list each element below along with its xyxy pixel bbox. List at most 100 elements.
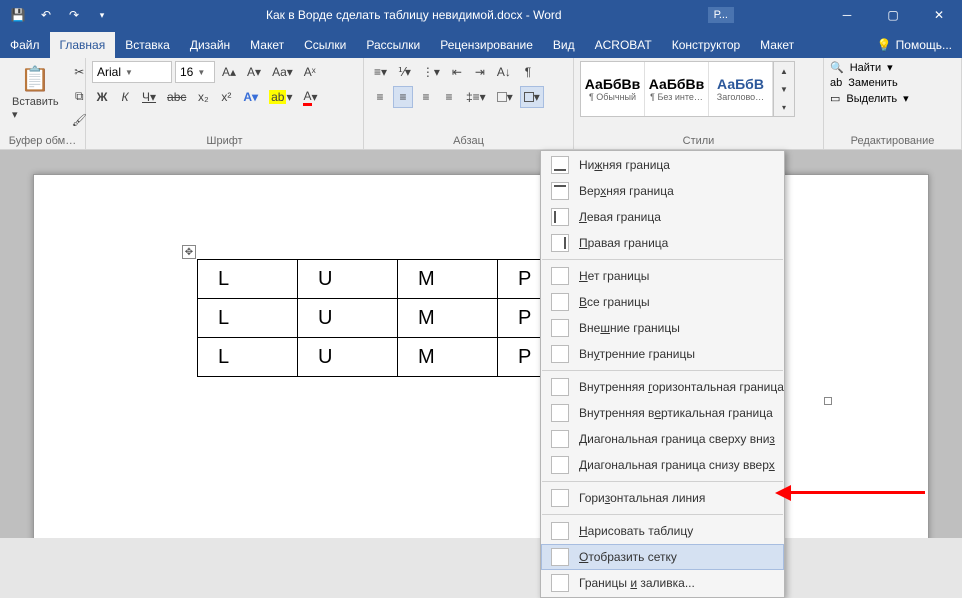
border-option-outer[interactable]: Внешние границы — [541, 315, 784, 341]
styles-scroll-up[interactable]: ▲ — [774, 62, 794, 80]
tab-ссылки[interactable]: Ссылки — [294, 32, 356, 58]
border-option-top[interactable]: Верхняя граница — [541, 178, 784, 204]
tab-главная[interactable]: Главная — [50, 32, 116, 58]
minimize-button[interactable]: ─ — [824, 0, 870, 30]
style-item[interactable]: АаБбВв¶ Без инте… — [645, 62, 709, 116]
group-paragraph: ≡▾ ⅟▾ ⋮▾ ⇤ ⇥ A↓ ¶ ≡ ≡ ≡ ≡ ‡≡▾ ▾ ▾ Абзац — [364, 58, 574, 149]
styles-gallery[interactable]: АаБбВв¶ ОбычныйАаБбВв¶ Без инте…АаБбВЗаг… — [580, 61, 774, 117]
border-icon — [551, 234, 569, 252]
border-option-draw[interactable]: Нарисовать таблицу — [541, 518, 784, 544]
indent-dec-icon[interactable]: ⇤ — [447, 61, 467, 83]
italic-button[interactable]: К — [115, 86, 135, 108]
table-cell[interactable]: U — [298, 338, 398, 377]
align-center-icon[interactable]: ≡ — [393, 86, 413, 108]
window-title: Как в Ворде сделать таблицу невидимой.do… — [120, 8, 708, 22]
qat-more-icon[interactable]: ▾ — [94, 7, 110, 23]
tab-вид[interactable]: Вид — [543, 32, 585, 58]
tab-дизайн[interactable]: Дизайн — [180, 32, 240, 58]
table-cell[interactable]: L — [198, 338, 298, 377]
find-button[interactable]: 🔍Найти ▾ — [830, 61, 955, 74]
table-cell[interactable]: L — [198, 299, 298, 338]
paste-button[interactable]: 📋 Вставить ▾ — [6, 61, 65, 125]
table-cell[interactable]: L — [198, 260, 298, 299]
group-styles: АаБбВв¶ ОбычныйАаБбВв¶ Без инте…АаБбВЗаг… — [574, 58, 824, 149]
save-icon[interactable]: 💾 — [10, 7, 26, 23]
border-icon — [551, 548, 569, 566]
context-tab[interactable]: Р... — [708, 7, 734, 23]
border-icon — [551, 489, 569, 507]
shrink-font-icon[interactable]: A▾ — [243, 61, 265, 83]
style-item[interactable]: АаБбВЗаголово… — [709, 62, 773, 116]
title-bar: 💾 ↶ ↷ ▾ Как в Ворде сделать таблицу неви… — [0, 0, 962, 30]
table-move-handle[interactable]: ✥ — [182, 245, 196, 259]
tab-макет[interactable]: Макет — [750, 32, 804, 58]
replace-button[interactable]: abЗаменить — [830, 77, 955, 89]
border-option-hline[interactable]: Горизонтальная линия — [541, 485, 784, 511]
numbering-icon[interactable]: ⅟▾ — [394, 61, 415, 83]
sort-icon[interactable]: A↓ — [493, 61, 515, 83]
tab-acrobat[interactable]: ACROBAT — [585, 32, 662, 58]
border-option-grid[interactable]: Отобразить сетку — [541, 544, 784, 570]
borders-icon[interactable]: ▾ — [520, 86, 544, 108]
table-cell[interactable]: U — [298, 260, 398, 299]
table-cell[interactable]: M — [398, 260, 498, 299]
borders-dropdown: Нижняя границаВерхняя границаЛевая грани… — [540, 150, 785, 598]
table-resize-handle[interactable] — [824, 397, 832, 405]
change-case-icon[interactable]: Aa▾ — [268, 61, 297, 83]
close-button[interactable]: ✕ — [916, 0, 962, 30]
table-cell[interactable]: U — [298, 299, 398, 338]
border-option-bs[interactable]: Границы и заливка... — [541, 570, 784, 596]
font-color-icon[interactable]: A▾ — [299, 86, 321, 108]
superscript-button[interactable]: x² — [216, 86, 236, 108]
highlight-icon[interactable]: ab▾ — [265, 86, 296, 108]
group-font: Arial▼ 16▼ A▴ A▾ Aa▾ Aˣ Ж К Ч▾ abc x₂ x²… — [86, 58, 364, 149]
redo-icon[interactable]: ↷ — [66, 7, 82, 23]
show-marks-icon[interactable]: ¶ — [518, 61, 538, 83]
grow-font-icon[interactable]: A▴ — [218, 61, 240, 83]
border-option-none[interactable]: Нет границы — [541, 263, 784, 289]
maximize-button[interactable]: ▢ — [870, 0, 916, 30]
border-option-dtd[interactable]: Диагональная граница сверху вниз — [541, 426, 784, 452]
border-option-right[interactable]: Правая граница — [541, 230, 784, 256]
bullets-icon[interactable]: ≡▾ — [370, 61, 391, 83]
strike-button[interactable]: abc — [163, 86, 190, 108]
tab-макет[interactable]: Макет — [240, 32, 294, 58]
clear-format-icon[interactable]: Aˣ — [300, 61, 320, 83]
tab-рецензирование[interactable]: Рецензирование — [430, 32, 543, 58]
border-icon — [551, 156, 569, 174]
find-icon: 🔍 — [830, 61, 844, 74]
align-right-icon[interactable]: ≡ — [416, 86, 436, 108]
bold-button[interactable]: Ж — [92, 86, 112, 108]
select-button[interactable]: ▭Выделить ▾ — [830, 92, 955, 105]
document-area[interactable]: ✥ LUMPLUMPLUMP — [0, 150, 962, 538]
border-option-dbu[interactable]: Диагональная граница снизу вверх — [541, 452, 784, 478]
font-name-combo[interactable]: Arial▼ — [92, 61, 172, 83]
subscript-button[interactable]: x₂ — [193, 86, 213, 108]
styles-scroll-down[interactable]: ▼ — [774, 80, 794, 98]
styles-expand[interactable]: ▾ — [774, 98, 794, 116]
undo-icon[interactable]: ↶ — [38, 7, 54, 23]
border-option-ih[interactable]: Внутренняя горизонтальная граница — [541, 374, 784, 400]
underline-button[interactable]: Ч▾ — [138, 86, 160, 108]
table-cell[interactable]: M — [398, 299, 498, 338]
tab-рассылки[interactable]: Рассылки — [356, 32, 430, 58]
line-spacing-icon[interactable]: ‡≡▾ — [462, 86, 490, 108]
border-option-inner[interactable]: Внутренние границы — [541, 341, 784, 367]
align-left-icon[interactable]: ≡ — [370, 86, 390, 108]
border-option-bottom[interactable]: Нижняя граница — [541, 152, 784, 178]
multilevel-icon[interactable]: ⋮▾ — [418, 61, 444, 83]
align-justify-icon[interactable]: ≡ — [439, 86, 459, 108]
style-item[interactable]: АаБбВв¶ Обычный — [581, 62, 645, 116]
text-effects-icon[interactable]: A▾ — [239, 86, 262, 108]
table-cell[interactable]: M — [398, 338, 498, 377]
border-option-iv[interactable]: Внутренняя вертикальная граница — [541, 400, 784, 426]
border-option-left[interactable]: Левая граница — [541, 204, 784, 230]
font-size-combo[interactable]: 16▼ — [175, 61, 215, 83]
tell-me[interactable]: 💡Помощь... — [867, 32, 962, 58]
shading-icon[interactable]: ▾ — [493, 86, 517, 108]
tab-конструктор[interactable]: Конструктор — [662, 32, 750, 58]
indent-inc-icon[interactable]: ⇥ — [470, 61, 490, 83]
tab-файл[interactable]: Файл — [0, 32, 50, 58]
tab-вставка[interactable]: Вставка — [115, 32, 180, 58]
border-option-all[interactable]: Все границы — [541, 289, 784, 315]
